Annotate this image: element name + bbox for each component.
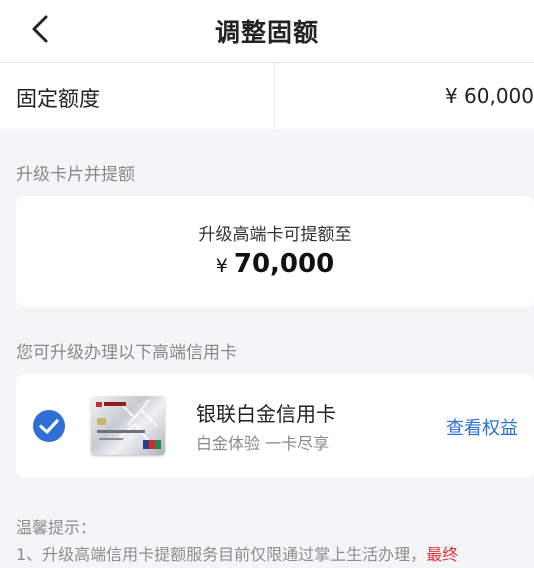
tips-text: 1、升级高端信用卡提额服务目前仅限通过掌上生活办理，	[16, 545, 427, 564]
currency-symbol: ¥	[215, 255, 228, 277]
upgrade-amount-value: 70,000	[233, 249, 335, 279]
card-tagline: 白金体验 一卡尽享	[196, 434, 330, 453]
divider	[274, 63, 275, 129]
page-title: 调整固额	[214, 18, 319, 47]
fixed-limit-row: 固定额度 ¥ 60,000	[0, 63, 534, 129]
tips-line: 1、升级高端信用卡提额服务目前仅限通过掌上生活办理，最终	[16, 541, 458, 565]
tips-highlight-text: 最终	[426, 545, 459, 564]
upgrade-amount: ¥70,000	[16, 249, 534, 279]
card-name: 银联白金信用卡	[196, 402, 336, 426]
nav-header: 调整固额	[0, 0, 534, 63]
fixed-limit-label: 固定额度	[16, 87, 100, 111]
cards-section-title: 您可升级办理以下高端信用卡	[16, 343, 237, 363]
upgrade-caption: 升级高端卡可提额至	[198, 225, 352, 245]
tips-title: 温馨提示：	[16, 518, 97, 537]
view-benefits-link[interactable]: 查看权益	[446, 414, 518, 440]
fixed-limit-value: ¥ 60,000	[444, 84, 534, 108]
check-circle-icon[interactable]	[32, 409, 66, 443]
upgrade-limit-card: 升级高端卡可提额至 ¥70,000	[16, 196, 534, 307]
credit-card-image	[91, 396, 165, 455]
card-option-platinum[interactable]: 银联白金信用卡 白金体验 一卡尽享 查看权益	[16, 374, 534, 478]
upgrade-section-title: 升级卡片并提额	[16, 165, 135, 185]
